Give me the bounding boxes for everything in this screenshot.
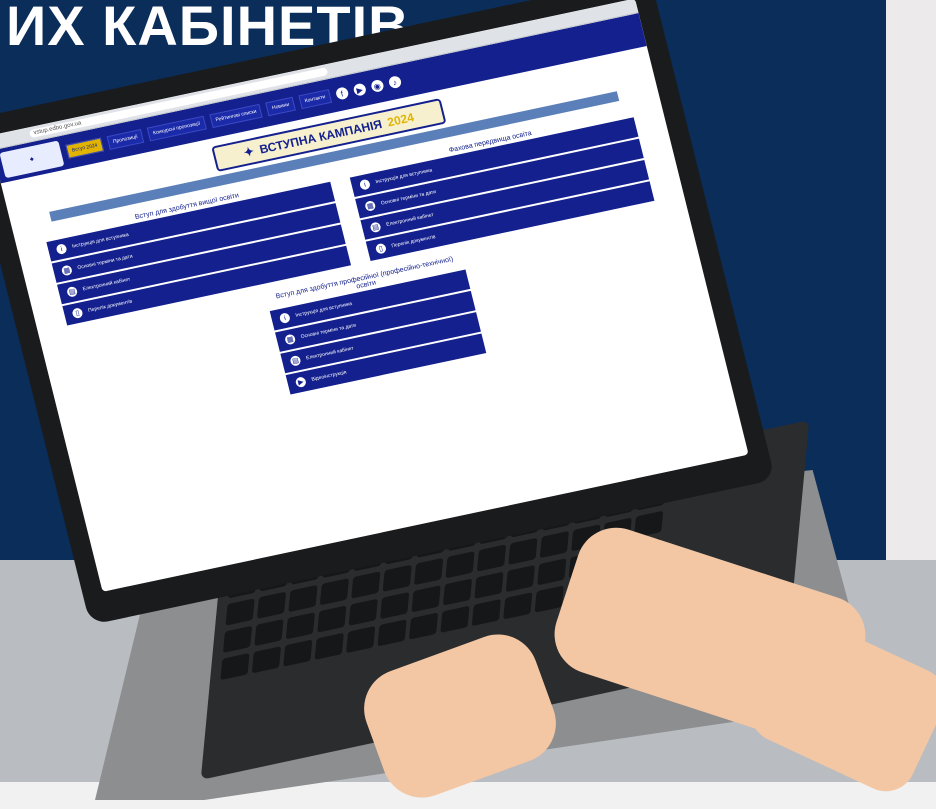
info-icon: i — [278, 312, 291, 324]
play-icon: ▶ — [294, 376, 307, 389]
campaign-year: 2024 — [385, 110, 416, 130]
book-icon: ▤ — [66, 285, 79, 298]
calendar-icon: ▦ — [60, 264, 73, 277]
button-label: Відеоінструкція — [310, 369, 348, 383]
info-icon: i — [358, 178, 372, 191]
nav-item-vstup[interactable]: Вступ 2024 — [65, 137, 105, 159]
button-label: Інструкція для вступника — [294, 300, 353, 319]
button-label: Перелік документів — [390, 234, 437, 250]
nav-item-reitynhovi[interactable]: Рейтингові списки — [209, 103, 264, 129]
document-icon: ▯ — [71, 307, 84, 320]
book-icon: ▤ — [369, 221, 382, 234]
nav-item-konkursni[interactable]: Конкурсні пропозиції — [146, 115, 207, 142]
facebook-icon[interactable]: f — [334, 86, 350, 101]
button-label: Інструкція для вступника — [71, 231, 130, 250]
info-icon: i — [55, 243, 68, 255]
document-icon: ▯ — [374, 242, 388, 255]
button-label: Електронний кабінет — [385, 212, 435, 228]
button-label: Електронний кабінет — [82, 276, 131, 293]
nav-item-kontakty[interactable]: Контакти — [298, 89, 332, 110]
nav-item-propozytsii[interactable]: Пропозиції — [106, 129, 145, 150]
book-icon: ▤ — [289, 354, 302, 367]
button-label: Інструкція для вступника — [374, 167, 433, 186]
calendar-icon: ▦ — [284, 333, 297, 346]
sound-icon[interactable]: ♪ — [387, 75, 403, 90]
calendar-icon: ▦ — [364, 200, 377, 212]
button-label: Основні терміни та дати — [300, 322, 357, 341]
campaign-emblem-icon: ✦ — [242, 144, 256, 160]
accessibility-icon[interactable]: ◉ — [369, 78, 385, 94]
button-label: Основні терміни та дати — [76, 253, 134, 272]
nav-item-novyny[interactable]: Новини — [265, 96, 296, 117]
youtube-icon[interactable]: ▶ — [352, 82, 367, 97]
button-label: Перелік документів — [87, 298, 133, 314]
button-label: Основні терміни та дати — [380, 189, 437, 207]
button-label: Електронний кабінет — [305, 345, 355, 362]
laptop-screen: vstup.edbo.gov.ua ◆ Вступ 2024 Пропозиці… — [0, 0, 749, 592]
background-wall — [886, 0, 936, 560]
